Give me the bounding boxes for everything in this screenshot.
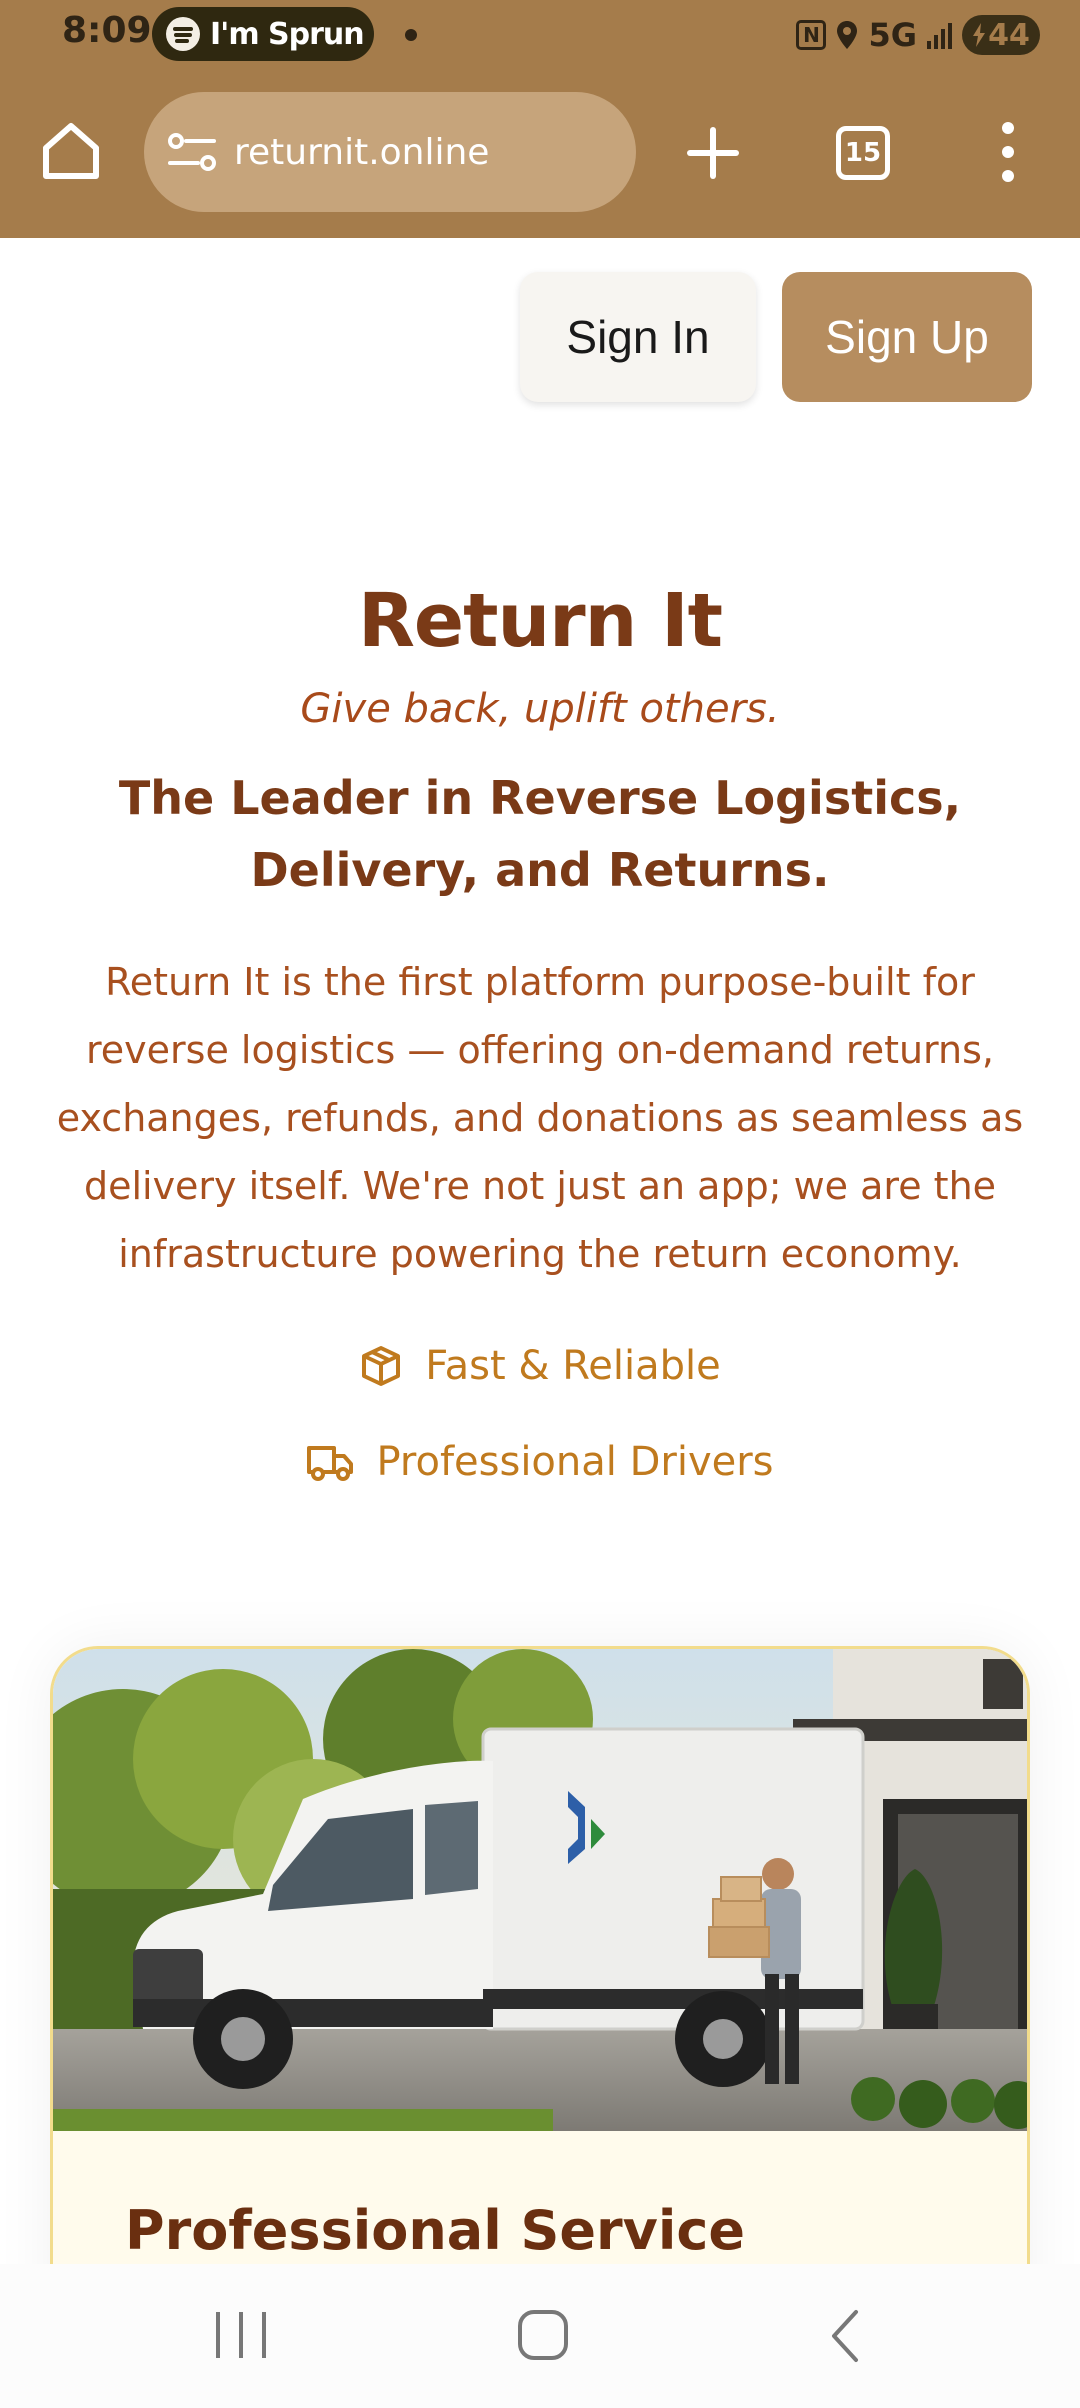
notification-dot-icon xyxy=(405,29,417,41)
network-type: 5G xyxy=(868,16,917,54)
hero-description: Return It is the first platform purpose-… xyxy=(56,960,1024,1276)
battery-level: 44 xyxy=(988,17,1030,53)
tab-switcher-button[interactable]: 15 xyxy=(836,126,890,180)
nfc-icon: N xyxy=(796,20,827,50)
package-icon xyxy=(362,1346,401,1386)
phone-screen: 8:09 I'm Sprun N 5G 44 returnit.online 1… xyxy=(0,0,1080,2408)
sign-in-button[interactable]: Sign In xyxy=(520,272,756,402)
battery-indicator: 44 xyxy=(962,15,1040,55)
hero-title: Return It xyxy=(357,578,723,664)
home-icon[interactable] xyxy=(38,118,104,184)
card-title: Professional Service xyxy=(125,2199,745,2262)
home-nav-icon[interactable] xyxy=(518,2310,568,2360)
feature-item: Fast & Reliable xyxy=(0,1318,1080,1414)
feature-list: Fast & Reliable Professional Drivers xyxy=(0,1318,1080,1510)
status-time: 8:09 xyxy=(62,10,152,51)
status-bar: 8:09 I'm Sprun N 5G 44 xyxy=(0,0,1080,70)
address-bar[interactable]: returnit.online xyxy=(144,92,636,212)
location-icon xyxy=(837,21,858,49)
sign-up-button[interactable]: Sign Up xyxy=(782,272,1032,402)
new-tab-plus-icon[interactable] xyxy=(686,126,740,180)
feature-label: Fast & Reliable xyxy=(425,1343,721,1389)
url-text: returnit.online xyxy=(234,131,490,173)
overflow-menu-icon[interactable] xyxy=(996,122,1020,182)
system-nav-bar xyxy=(0,2264,1080,2408)
charging-bolt-icon xyxy=(973,23,986,47)
delivery-truck-image xyxy=(53,1649,1027,2131)
recents-icon[interactable] xyxy=(216,2312,266,2360)
feature-label: Professional Drivers xyxy=(376,1439,774,1485)
truck-icon xyxy=(307,1446,354,1481)
browser-toolbar: returnit.online 15 xyxy=(0,70,1080,238)
feature-item: Professional Drivers xyxy=(0,1414,1080,1510)
service-card: Professional Service xyxy=(50,1646,1030,2264)
hero-heading: The Leader in Reverse Logistics, Deliver… xyxy=(118,771,962,897)
media-title: I'm Sprun xyxy=(210,16,365,52)
site-settings-icon[interactable] xyxy=(168,132,216,172)
auth-buttons: Sign In Sign Up xyxy=(520,272,1032,402)
signal-icon xyxy=(927,21,952,49)
web-page: Sign In Sign Up Return It Give back, upl… xyxy=(0,238,1080,2264)
hero-section: Return It Give back, uplift others. The … xyxy=(0,578,1080,1510)
back-icon[interactable] xyxy=(826,2308,866,2364)
media-playing-chip[interactable]: I'm Sprun xyxy=(152,7,374,61)
hero-tagline: Give back, uplift others. xyxy=(300,686,780,732)
status-icons: N 5G 44 xyxy=(796,8,1040,62)
spotify-icon xyxy=(166,17,200,51)
